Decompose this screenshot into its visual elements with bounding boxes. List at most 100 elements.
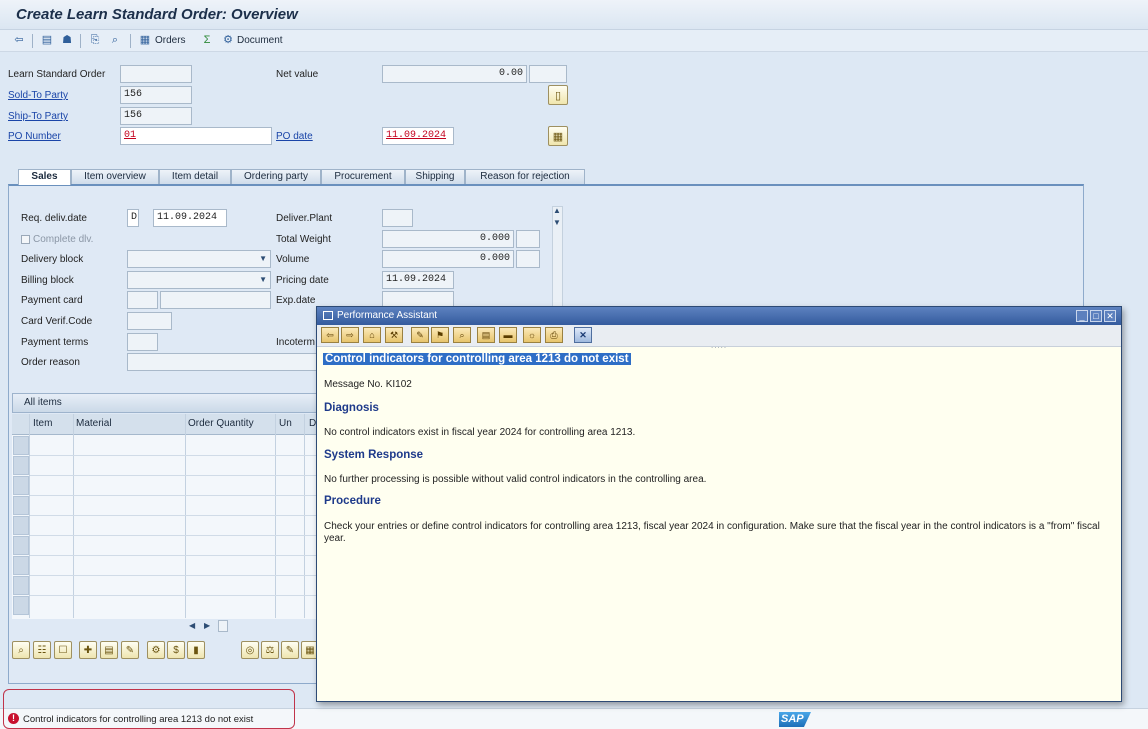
horizontal-scroll-thumb[interactable]	[218, 620, 228, 632]
billing-block-dropdown[interactable]: ▼	[127, 271, 271, 289]
column-header-material[interactable]: Material	[76, 418, 112, 429]
print-icon[interactable]: ⎙	[545, 327, 563, 343]
tab-ordering-party[interactable]: Ordering party	[231, 169, 321, 184]
delivery-block-dropdown[interactable]: ▼	[127, 250, 271, 268]
layout-icon[interactable]: ✎	[281, 641, 299, 659]
payment-card-type-field[interactable]	[127, 291, 158, 309]
table-row[interactable]	[30, 595, 317, 596]
row-selector[interactable]	[13, 596, 29, 615]
select-all-icon[interactable]: ☷	[33, 641, 51, 659]
scroll-right-icon[interactable]: ▶	[204, 621, 210, 630]
scroll-left-icon[interactable]: ◀	[189, 621, 195, 630]
items-table-header	[12, 414, 317, 435]
tab-item-overview[interactable]: Item overview	[71, 169, 159, 184]
pricing-icon[interactable]: $	[167, 641, 185, 659]
filter-icon[interactable]: ⚖	[261, 641, 279, 659]
payment-terms-field[interactable]	[127, 333, 158, 351]
back-icon[interactable]: ⇦	[12, 34, 26, 47]
order-number-field[interactable]	[120, 65, 192, 83]
column-header-unit[interactable]: Un	[279, 418, 292, 429]
new-document-icon[interactable]: ▯	[548, 85, 568, 105]
ship-to-label[interactable]: Ship-To Party	[8, 111, 68, 122]
home-icon[interactable]: ⌂	[363, 327, 381, 343]
hint-icon[interactable]: ☼	[523, 327, 541, 343]
bookmark-icon[interactable]: ⚑	[431, 327, 449, 343]
search-icon[interactable]: ⌕	[453, 327, 471, 343]
orders-icon[interactable]: ▦	[138, 34, 152, 47]
scroll-down-icon[interactable]: ▼	[553, 218, 561, 227]
back-icon[interactable]: ⇦	[321, 327, 339, 343]
close-icon[interactable]: ✕	[1104, 310, 1116, 322]
configuration-icon[interactable]: ⚙	[147, 641, 165, 659]
notes-icon[interactable]: ▬	[499, 327, 517, 343]
sort-icon[interactable]: ◎	[241, 641, 259, 659]
user-icon[interactable]: ☗	[60, 34, 74, 47]
tab-item-detail[interactable]: Item detail	[159, 169, 231, 184]
po-date-label[interactable]: PO date	[276, 131, 313, 142]
row-selector[interactable]	[13, 496, 29, 515]
table-row[interactable]	[30, 555, 317, 556]
table-row[interactable]	[30, 575, 317, 576]
availability-icon[interactable]: ▮	[187, 641, 205, 659]
table-row[interactable]	[30, 475, 317, 476]
row-selector[interactable]	[13, 436, 29, 455]
table-row[interactable]	[30, 515, 317, 516]
find-icon[interactable]: ⌕	[108, 34, 122, 47]
sold-to-field[interactable]: 156	[120, 86, 192, 104]
payment-card-number-field[interactable]	[160, 291, 271, 309]
row-selector[interactable]	[13, 516, 29, 535]
row-selector[interactable]	[13, 476, 29, 495]
row-selector[interactable]	[13, 456, 29, 475]
delete-row-icon[interactable]: ✎	[121, 641, 139, 659]
tab-sales[interactable]: Sales	[18, 169, 71, 185]
orders-button[interactable]: Orders	[155, 35, 186, 46]
add-item-icon[interactable]: ✚	[79, 641, 97, 659]
scroll-up-icon[interactable]: ▲	[553, 206, 561, 215]
row-selector[interactable]	[13, 556, 29, 575]
row-selector[interactable]	[13, 536, 29, 555]
card-verif-field[interactable]	[127, 312, 172, 330]
currency-field[interactable]	[529, 65, 567, 83]
ship-to-field[interactable]: 156	[120, 107, 192, 125]
tab-shipping[interactable]: Shipping	[405, 169, 465, 184]
tab-procurement[interactable]: Procurement	[321, 169, 405, 184]
copy-icon[interactable]: ⎘	[88, 34, 102, 47]
sold-to-label[interactable]: Sold-To Party	[8, 90, 68, 101]
insert-row-icon[interactable]: ▤	[100, 641, 118, 659]
document-icon[interactable]: ⚙	[221, 34, 235, 47]
table-row[interactable]	[30, 535, 317, 536]
calendar-icon[interactable]: ▦	[548, 126, 568, 146]
complete-dlv-checkbox[interactable]	[21, 235, 30, 244]
req-deliv-unit-field[interactable]: D	[127, 209, 139, 227]
column-header-order-quantity[interactable]: Order Quantity	[188, 418, 254, 429]
po-date-field[interactable]: 11.09.2024	[382, 127, 454, 145]
volume-unit-field[interactable]	[516, 250, 540, 268]
close-dialog-icon[interactable]: ✕	[574, 327, 592, 343]
deliver-plant-field[interactable]	[382, 209, 413, 227]
display-doc-icon[interactable]: ▤	[40, 34, 54, 47]
edit-icon[interactable]: ✎	[411, 327, 429, 343]
pricing-date-field[interactable]: 11.09.2024	[382, 271, 454, 289]
table-row[interactable]	[30, 495, 317, 496]
order-reason-field[interactable]	[127, 353, 317, 371]
weight-unit-field[interactable]	[516, 230, 540, 248]
maximize-icon[interactable]: □	[1090, 310, 1102, 322]
column-header-item[interactable]: Item	[33, 418, 52, 429]
sum-icon[interactable]: Σ	[200, 34, 214, 47]
tab-reason-for-rejection[interactable]: Reason for rejection	[465, 169, 585, 184]
technical-info-icon[interactable]: ⚒	[385, 327, 403, 343]
complete-dlv-label: Complete dlv.	[33, 234, 94, 245]
item-details-icon[interactable]: ⌕	[12, 641, 30, 659]
minimize-icon[interactable]: _	[1076, 310, 1088, 322]
po-number-field[interactable]: 01	[120, 127, 272, 145]
document-button[interactable]: Document	[237, 35, 283, 46]
forward-icon[interactable]: ⇨	[341, 327, 359, 343]
req-deliv-date-field[interactable]: 11.09.2024	[153, 209, 227, 227]
deselect-all-icon[interactable]: ☐	[54, 641, 72, 659]
dialog-titlebar[interactable]	[317, 307, 1121, 325]
po-number-label[interactable]: PO Number	[8, 131, 61, 142]
table-row[interactable]	[30, 455, 317, 456]
status-message[interactable]: Control indicators for controlling area …	[23, 714, 253, 725]
table-of-contents-icon[interactable]: ▤	[477, 327, 495, 343]
row-selector[interactable]	[13, 576, 29, 595]
